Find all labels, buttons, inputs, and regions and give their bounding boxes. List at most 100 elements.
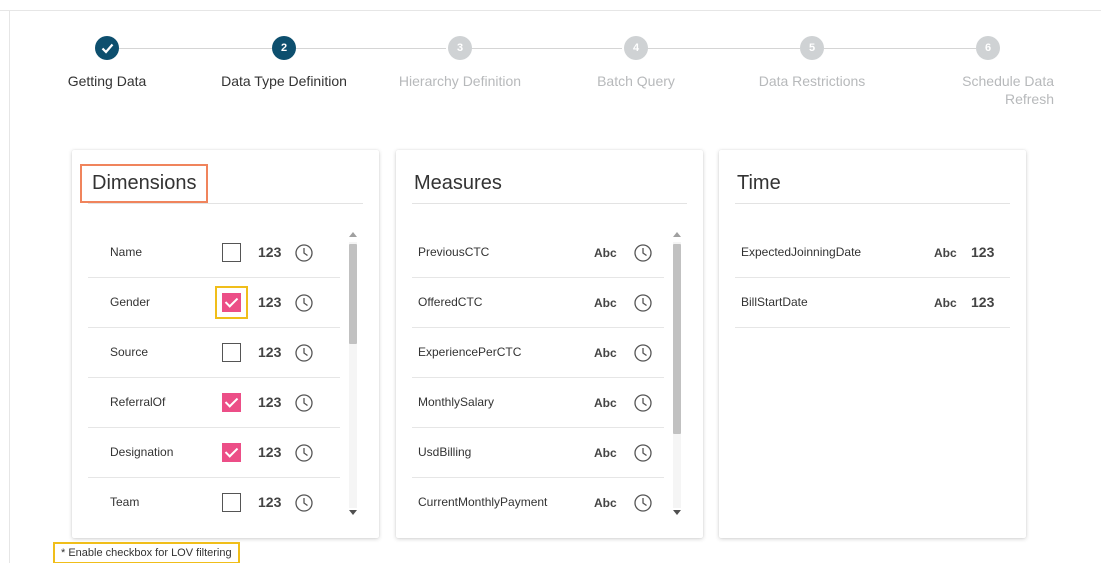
text-type-toggle[interactable]: Abc — [594, 246, 617, 260]
number-type-toggle[interactable]: 123 — [258, 294, 281, 310]
text-type-toggle[interactable]: Abc — [934, 296, 957, 310]
field-name: ExperiencePerCTC — [418, 345, 522, 359]
field-name: Team — [110, 495, 140, 509]
measures-list: PreviousCTC Abc OfferedCTC Abc Experienc… — [412, 228, 664, 528]
list-item: Gender 123 — [88, 278, 340, 328]
step-schedule-data-refresh[interactable]: 6 Schedule Data Refresh — [908, 32, 1068, 108]
step-label: Data Restrictions — [758, 73, 866, 89]
list-item: BillStartDate Abc 123 — [735, 278, 1010, 328]
number-type-toggle[interactable]: 123 — [258, 244, 281, 260]
number-type-toggle[interactable]: 123 — [258, 394, 281, 410]
step-label: Data Type Definition — [221, 73, 347, 89]
lov-checkbox[interactable] — [222, 293, 241, 312]
lov-checkbox[interactable] — [222, 393, 241, 412]
list-item: UsdBilling Abc — [412, 428, 664, 478]
step-label: Getting Data — [67, 73, 147, 89]
time-list: ExpectedJoinningDate Abc 123 BillStartDa… — [735, 228, 1010, 328]
top-divider — [0, 10, 1101, 11]
step-data-type-definition[interactable]: 2 Data Type Definition — [204, 32, 364, 90]
check-icon — [95, 36, 119, 60]
scroll-down-arrow-icon[interactable] — [673, 510, 681, 515]
list-item: OfferedCTC Abc — [412, 278, 664, 328]
list-item: Designation 123 — [88, 428, 340, 478]
number-type-toggle[interactable]: 123 — [971, 294, 994, 310]
step-number: 2 — [272, 36, 296, 60]
text-type-toggle[interactable]: Abc — [594, 346, 617, 360]
step-number: 6 — [976, 36, 1000, 60]
list-item: ExperiencePerCTC Abc — [412, 328, 664, 378]
card-divider — [412, 203, 687, 204]
step-label: Schedule Data Refresh — [962, 73, 1054, 107]
clock-icon[interactable] — [633, 443, 653, 463]
list-item: ReferralOf 123 — [88, 378, 340, 428]
list-item: Team 123 — [88, 478, 340, 528]
text-type-toggle[interactable]: Abc — [594, 296, 617, 310]
field-name: Source — [110, 345, 149, 359]
lov-checkbox[interactable] — [222, 243, 241, 262]
step-data-restrictions[interactable]: 5 Data Restrictions — [732, 32, 892, 90]
scroll-up-arrow-icon[interactable] — [349, 232, 357, 237]
field-name: UsdBilling — [418, 445, 472, 459]
card-divider — [735, 203, 1010, 204]
card-divider — [88, 203, 363, 204]
step-number: 3 — [448, 36, 472, 60]
number-type-toggle[interactable]: 123 — [258, 494, 281, 510]
text-type-toggle[interactable]: Abc — [594, 396, 617, 410]
field-name: Name — [110, 245, 143, 259]
step-label: Batch Query — [597, 73, 675, 89]
dimensions-title: Dimensions — [80, 164, 209, 203]
number-type-toggle[interactable]: 123 — [258, 344, 281, 360]
list-item: Name 123 — [88, 228, 340, 278]
number-type-toggle[interactable]: 123 — [971, 244, 994, 260]
dimensions-card: Dimensions Name 123 Gender 123 Source 12… — [72, 150, 379, 538]
field-name: ReferralOf — [110, 395, 166, 409]
field-name: Gender — [110, 295, 151, 309]
clock-icon[interactable] — [294, 243, 314, 263]
time-title: Time — [737, 172, 781, 194]
step-label: Hierarchy Definition — [398, 73, 522, 89]
wizard-stepper: Getting Data 2 Data Type Definition 3 Hi… — [0, 32, 1101, 122]
step-number: 5 — [800, 36, 824, 60]
list-item: CurrentMonthlyPayment Abc — [412, 478, 664, 528]
lov-filter-note: * Enable checkbox for LOV filtering — [53, 542, 240, 563]
field-name: CurrentMonthlyPayment — [418, 495, 548, 509]
number-type-toggle[interactable]: 123 — [258, 444, 281, 460]
text-type-toggle[interactable]: Abc — [594, 446, 617, 460]
step-batch-query[interactable]: 4 Batch Query — [556, 32, 716, 90]
lov-checkbox[interactable] — [222, 443, 241, 462]
clock-icon[interactable] — [633, 493, 653, 513]
list-item: PreviousCTC Abc — [412, 228, 664, 278]
step-hierarchy-definition[interactable]: 3 Hierarchy Definition — [380, 32, 540, 90]
clock-icon[interactable] — [294, 343, 314, 363]
measures-scrollbar[interactable] — [669, 230, 685, 520]
clock-icon[interactable] — [294, 443, 314, 463]
list-item: Source 123 — [88, 328, 340, 378]
clock-icon[interactable] — [633, 243, 653, 263]
lov-checkbox[interactable] — [222, 343, 241, 362]
text-type-toggle[interactable]: Abc — [594, 496, 617, 510]
measures-title: Measures — [414, 172, 502, 194]
step-number: 4 — [624, 36, 648, 60]
scroll-thumb[interactable] — [349, 244, 357, 344]
list-item: ExpectedJoinningDate Abc 123 — [735, 228, 1010, 278]
field-name: ExpectedJoinningDate — [741, 245, 862, 259]
list-item: MonthlySalary Abc — [412, 378, 664, 428]
time-card: Time ExpectedJoinningDate Abc 123 BillSt… — [719, 150, 1026, 538]
dimensions-list: Name 123 Gender 123 Source 123 ReferralO… — [88, 228, 340, 528]
clock-icon[interactable] — [294, 293, 314, 313]
field-name: MonthlySalary — [418, 395, 495, 409]
field-name: Designation — [110, 445, 174, 459]
dimensions-scrollbar[interactable] — [345, 230, 361, 520]
clock-icon[interactable] — [633, 393, 653, 413]
lov-checkbox[interactable] — [222, 493, 241, 512]
scroll-down-arrow-icon[interactable] — [349, 510, 357, 515]
clock-icon[interactable] — [633, 293, 653, 313]
scroll-thumb[interactable] — [673, 244, 681, 434]
scroll-up-arrow-icon[interactable] — [673, 232, 681, 237]
clock-icon[interactable] — [294, 393, 314, 413]
step-getting-data[interactable]: Getting Data — [27, 32, 187, 90]
text-type-toggle[interactable]: Abc — [934, 246, 957, 260]
measures-card: Measures PreviousCTC Abc OfferedCTC Abc … — [396, 150, 703, 538]
clock-icon[interactable] — [294, 493, 314, 513]
clock-icon[interactable] — [633, 343, 653, 363]
